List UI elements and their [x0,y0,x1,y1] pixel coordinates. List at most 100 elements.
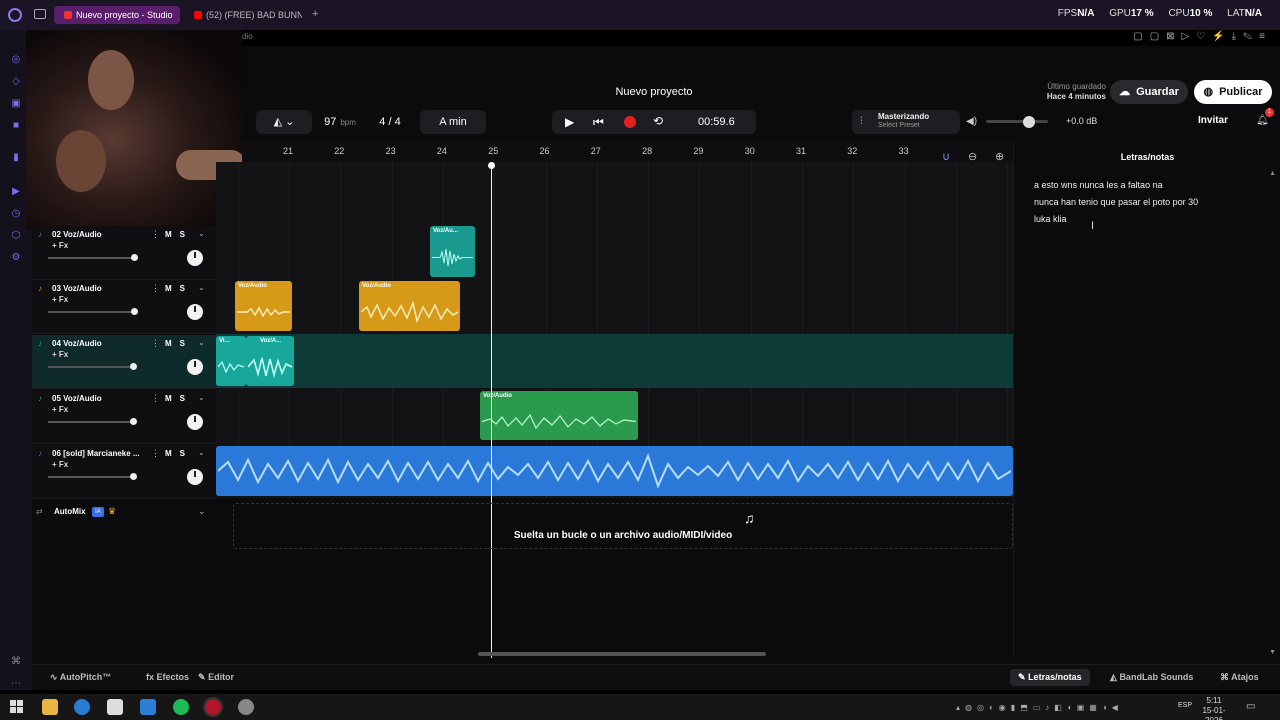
scroll-up-icon[interactable]: ▲ [1269,170,1276,177]
shortcuts-button[interactable]: ⌘ Atajos [1220,672,1259,683]
chevron-down-icon[interactable]: ⌄ [198,283,205,292]
track-volume-slider[interactable] [48,421,136,423]
mute-solo[interactable]: MS [165,394,193,403]
loop-button[interactable]: ⟲ [653,114,663,128]
vscode-icon[interactable] [140,699,156,715]
lyrics-tab-button[interactable]: ✎ Letras/notas [1010,669,1090,686]
project-title[interactable]: Nuevo proyecto [584,86,724,98]
mute-solo[interactable]: MS [165,284,193,293]
mute-button[interactable]: M [165,230,180,239]
more-icon[interactable]: ⋮ [151,448,160,459]
track-name[interactable]: 06 [sold] Marcianeke ... [52,449,140,458]
history-icon[interactable]: ◷ [10,208,22,220]
rewind-button[interactable]: ⏮ [593,115,604,130]
track-header-selected[interactable]: ♪ 04 Voz/Audio + Fx ⋮ MS ⌄ [32,335,216,389]
lyrics-panel[interactable]: Letras/notas a esto wns nunca les a falt… [1013,142,1280,658]
mute-button[interactable]: M [165,449,180,458]
timeline-ruler[interactable]: 21 22 23 24 25 26 27 28 29 30 31 32 33 [242,142,1014,162]
chevron-down-icon[interactable]: ⌄ [198,229,205,238]
autopitch-button[interactable]: ∿ AutoPitch™ [50,672,111,683]
pan-knob[interactable] [187,359,203,375]
notifications-icon[interactable]: ▭ [1246,701,1255,712]
track-volume-slider[interactable] [48,257,136,259]
chevron-down-icon[interactable]: ⌄ [198,393,205,402]
scroll-down-icon[interactable]: ▼ [1269,649,1276,656]
playhead-handle[interactable] [488,162,495,169]
sidebar-icon-3[interactable]: ▣ [10,98,22,110]
clock[interactable]: 5:11 15-01-2026 [1196,696,1232,720]
solo-button[interactable]: S [180,394,193,403]
track-volume-slider[interactable] [48,476,136,478]
sidebar-icon-2[interactable]: ◇ [10,76,22,88]
mute-solo[interactable]: MS [165,339,193,348]
track-header[interactable]: ♪ 06 [sold] Marcianeke ... + Fx ⋮ MS ⌄ [32,445,216,499]
add-fx-button[interactable]: + Fx [52,295,68,304]
mute-button[interactable]: M [165,394,180,403]
system-tray-icons[interactable]: ▴◍◎◐◉▮⬒▭♪◧◖▣▦◑◀ [956,703,1123,712]
track-volume-knob[interactable] [130,473,137,480]
drop-zone[interactable]: ♫ Suelta un bucle o un archivo audio/MID… [233,503,1013,549]
track-header[interactable]: ♪ 05 Voz/Audio + Fx ⋮ MS ⌄ [32,390,216,444]
add-fx-button[interactable]: + Fx [52,460,68,469]
publish-button[interactable]: ◍ Publicar [1194,80,1272,104]
audio-clip[interactable]: Voz/Audio [480,391,638,440]
record-button[interactable] [624,116,636,128]
effects-button[interactable]: fx Efectos [146,672,189,682]
audio-clip-beat[interactable] [216,446,1013,496]
save-button[interactable]: ☁ Guardar [1110,80,1188,104]
spotify-icon[interactable] [173,699,189,715]
bandlab-sounds-button[interactable]: ◭ BandLab Sounds [1110,672,1193,683]
invite-button[interactable]: Invitar [1198,115,1228,126]
track-volume-knob[interactable] [131,308,138,315]
add-fx-button[interactable]: + Fx [52,241,68,250]
language-indicator[interactable]: ESP [1178,702,1192,709]
time-signature[interactable]: 4 / 4 [368,110,412,134]
track-name[interactable]: 05 Voz/Audio [52,394,102,403]
pan-knob[interactable] [187,414,203,430]
more-icon[interactable]: ⋮ [151,393,160,404]
edge-icon[interactable] [74,699,90,715]
windows-start-icon[interactable] [10,700,23,713]
mute-solo[interactable]: MS [165,449,193,458]
sidebar-icon-8[interactable]: ⬡ [10,230,22,242]
key-selector[interactable]: A min [420,110,486,134]
mute-button[interactable]: M [165,339,180,348]
play-button[interactable]: ▶ [565,115,574,129]
mastering-button[interactable]: ⫶ Masterizando Select Preset [852,110,960,134]
tab-youtube[interactable]: (52) (FREE) BAD BUNNY X [184,6,302,24]
chevron-down-icon[interactable]: ⌄ [198,506,206,517]
browser-toolbar-icons[interactable]: ▢▢⊠▷♡⚡⤓✎≡ [1133,31,1272,45]
track-name[interactable]: 04 Voz/Audio [52,339,102,348]
chrome-icon[interactable] [238,699,254,715]
track-header[interactable]: ♪ 02 Voz/Audio + Fx ⋮ MS ⌄ [32,226,216,280]
chevron-down-icon[interactable]: ⌄ [198,338,205,347]
more-icon[interactable]: ⋮ [151,229,160,240]
more-icon[interactable]: ⋮ [151,283,160,294]
file-explorer-icon[interactable] [42,699,58,715]
audio-clip[interactable]: Voz/Audio [359,281,460,331]
mute-solo[interactable]: MS [165,230,193,239]
playhead[interactable] [491,164,492,658]
solo-button[interactable]: S [180,339,193,348]
metronome-button[interactable]: ◭ ⌄ [256,110,312,134]
track-volume-slider[interactable] [48,366,136,368]
chevron-down-icon[interactable]: ⌄ [198,448,205,457]
track-name[interactable]: 03 Voz/Audio [52,284,102,293]
audio-clip[interactable]: Voz/Au... [430,226,475,277]
lyrics-line[interactable]: nunca han tenio que pasar el poto por 30 [1034,197,1198,207]
opera-gx-icon[interactable] [203,697,223,717]
solo-button[interactable]: S [180,449,193,458]
twitch-icon[interactable]: ▮ [10,152,22,164]
tab-studio[interactable]: Nuevo proyecto - Studio [54,6,180,24]
horizontal-scrollbar[interactable] [478,652,766,656]
lyrics-line[interactable]: luka klia [1034,214,1067,224]
pan-knob[interactable] [187,304,203,320]
store-icon[interactable] [107,699,123,715]
tab-switcher-icon[interactable] [34,9,46,19]
sidebar-icon-bottom[interactable]: ⌘ [10,656,22,668]
add-fx-button[interactable]: + Fx [52,405,68,414]
bell-icon[interactable]: 🔔︎ [1256,115,1269,127]
audio-clip[interactable]: Vi... [216,336,246,386]
more-icon[interactable]: ⋮ [151,338,160,349]
master-volume-slider[interactable] [986,120,1048,123]
